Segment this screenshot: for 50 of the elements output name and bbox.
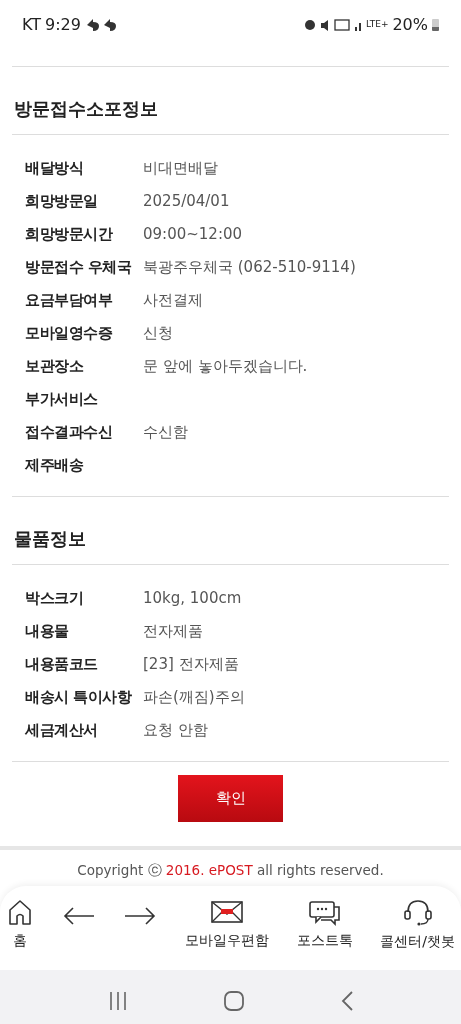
confirm-button[interactable]: 확인 bbox=[178, 775, 283, 822]
field-label: 내용물 bbox=[25, 621, 70, 643]
field-value: [23] 전자제품 bbox=[143, 654, 239, 676]
battery-icon bbox=[432, 19, 439, 31]
field-label: 희망방문시간 bbox=[25, 224, 114, 246]
field-value: 사전결제 bbox=[143, 290, 203, 312]
field-label: 세금계산서 bbox=[25, 720, 99, 742]
field-label: 희망방문일 bbox=[25, 191, 99, 213]
field-value: 수신함 bbox=[143, 422, 188, 444]
field-value: 09:00~12:00 bbox=[143, 224, 243, 246]
battery-percent: 20% bbox=[392, 14, 428, 36]
field-label: 박스크기 bbox=[25, 588, 84, 610]
field-value: 북광주우체국 (062-510-9114) bbox=[143, 257, 356, 279]
clock-time: 9:29 bbox=[45, 14, 81, 36]
nav-button[interactable]: 모바일우편함 bbox=[184, 898, 269, 952]
mute-icon bbox=[319, 18, 330, 32]
back-key-icon[interactable] bbox=[339, 989, 354, 1012]
chat-bubbles-icon bbox=[307, 898, 342, 927]
field-label: 보관장소 bbox=[25, 356, 84, 378]
field-label: 배송시 특이사항 bbox=[25, 687, 133, 709]
nav-button[interactable]: 콜센터/챗봇 bbox=[380, 898, 455, 953]
section-title: 방문접수소포정보 bbox=[12, 67, 449, 135]
field-value: 파손(깨짐)주의 bbox=[143, 687, 245, 709]
headset-icon bbox=[401, 898, 434, 928]
copyright-text: Copyright ⓒ 2016. ePOST all rights reserved. bbox=[77, 862, 384, 878]
field-value: 요청 안함 bbox=[143, 720, 208, 742]
field-label: 내용품코드 bbox=[25, 654, 99, 676]
network-label: LTE+ bbox=[365, 18, 389, 32]
field-label: 제주배송 bbox=[25, 455, 85, 477]
carrier-name: KT bbox=[22, 14, 42, 36]
field-label: 요금부담여부 bbox=[25, 290, 114, 312]
nav-button[interactable]: 홈 bbox=[6, 898, 34, 952]
home-icon bbox=[6, 898, 34, 927]
alarm-icon bbox=[303, 18, 316, 32]
field-value: 전자제품 bbox=[143, 621, 203, 643]
field-label: 방문접수 우체국 bbox=[25, 257, 133, 279]
section-title: 물품정보 bbox=[12, 497, 449, 565]
field-value: 신청 bbox=[143, 323, 173, 345]
field-label: 배달방식 bbox=[25, 158, 84, 180]
field-label: 부가서비스 bbox=[25, 389, 99, 411]
field-value: 2025/04/01 bbox=[143, 191, 230, 213]
hd-icon bbox=[333, 18, 350, 32]
field-label: 모바일영수증 bbox=[25, 323, 114, 345]
field-value: 비대면배달 bbox=[143, 158, 218, 180]
field-value: 문 앞에 놓아두겠습니다. bbox=[143, 356, 308, 378]
nav-button[interactable]: 포스트톡 bbox=[296, 898, 353, 952]
field-label: 접수결과수신 bbox=[25, 422, 113, 444]
home-key-icon[interactable] bbox=[222, 989, 245, 1012]
field-value: 10kg, 100cm bbox=[143, 588, 242, 610]
recent-apps-icon[interactable] bbox=[107, 989, 128, 1012]
